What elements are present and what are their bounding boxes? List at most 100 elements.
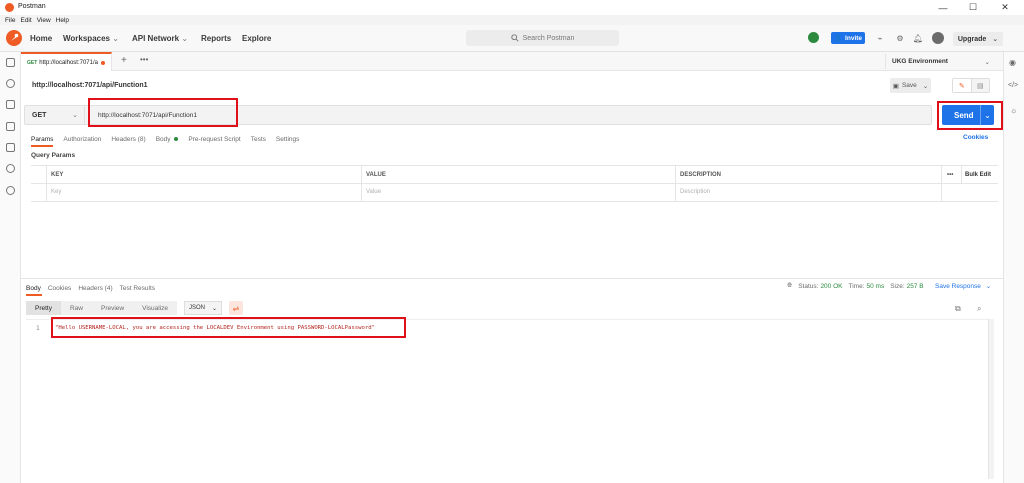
invite-button[interactable]: 👤 Invite bbox=[831, 32, 865, 44]
request-tab[interactable]: GET http://localhost:7071/a bbox=[21, 52, 112, 71]
response-tabs: Body Cookies Headers (4) Test Results bbox=[26, 282, 162, 294]
collections-icon[interactable] bbox=[6, 58, 15, 67]
new-tab-plus-icon[interactable]: + bbox=[121, 55, 127, 66]
documentation-icon[interactable]: ▤ bbox=[971, 79, 989, 92]
window-title-bar: Postman — ☐ ✕ bbox=[0, 0, 1024, 15]
minimize-button[interactable]: — bbox=[928, 0, 958, 15]
satellite-icon[interactable]: ⌁ bbox=[875, 33, 885, 43]
menu-edit[interactable]: Edit bbox=[20, 17, 31, 24]
edit-pencil-icon[interactable]: ✎ bbox=[953, 79, 972, 92]
postman-logo-icon bbox=[5, 3, 14, 12]
format-label: JSON bbox=[189, 305, 206, 311]
environment-select[interactable]: UKG Environment ⌄ bbox=[885, 54, 996, 69]
tab-settings[interactable]: Settings bbox=[276, 136, 300, 143]
query-params-table: KEY VALUE DESCRIPTION ••• Bulk Edit Key … bbox=[31, 165, 998, 202]
view-pretty[interactable]: Pretty bbox=[26, 301, 61, 315]
response-view-tabs: Pretty Raw Preview Visualize bbox=[26, 301, 178, 315]
sync-status-icon[interactable] bbox=[808, 32, 819, 43]
tab-headers[interactable]: Headers (8) bbox=[111, 136, 145, 143]
response-divider[interactable] bbox=[21, 278, 1003, 279]
column-value: VALUE bbox=[366, 171, 386, 178]
chevron-down-icon: ⌄ bbox=[72, 112, 78, 119]
value-input[interactable]: Value bbox=[361, 183, 675, 200]
lightbulb-icon[interactable]: ☼ bbox=[1010, 106, 1017, 115]
maximize-button[interactable]: ☐ bbox=[958, 0, 988, 15]
chevron-down-icon: ⌄ bbox=[181, 34, 189, 43]
response-tab-headers[interactable]: Headers (4) bbox=[78, 285, 112, 292]
monitors-icon[interactable] bbox=[6, 143, 15, 152]
tab-params[interactable]: Params bbox=[31, 136, 53, 143]
nav-home[interactable]: Home bbox=[30, 34, 52, 43]
globe-icon[interactable]: 🌐︎ bbox=[787, 282, 792, 290]
search-placeholder: Search Postman bbox=[522, 34, 575, 42]
save-label: Save bbox=[901, 82, 917, 89]
view-visualize[interactable]: Visualize bbox=[133, 301, 178, 315]
close-window-button[interactable]: ✕ bbox=[990, 0, 1020, 15]
chevron-down-icon: ⌄ bbox=[984, 58, 990, 66]
search-icon[interactable]: ⌕ bbox=[977, 304, 981, 314]
nav-explore[interactable]: Explore bbox=[242, 34, 271, 43]
response-body bbox=[26, 319, 989, 479]
chevron-down-icon: ⌄ bbox=[985, 283, 992, 290]
chevron-down-icon: ⌄ bbox=[211, 305, 217, 312]
response-highlight-box bbox=[51, 317, 406, 338]
size-label: Size: bbox=[890, 282, 905, 290]
response-tab-cookies[interactable]: Cookies bbox=[48, 285, 71, 292]
mock-servers-icon[interactable] bbox=[6, 122, 15, 131]
response-scrollbar[interactable] bbox=[988, 319, 994, 479]
save-button[interactable]: ▣ Save ⌄ bbox=[890, 78, 931, 93]
active-tab-indicator bbox=[31, 145, 53, 147]
url-highlight-box bbox=[88, 98, 238, 127]
nav-api-network[interactable]: API Network ⌄ bbox=[132, 34, 188, 43]
tab-body-label: Body bbox=[155, 135, 171, 143]
menu-file[interactable]: File bbox=[5, 17, 15, 24]
bulk-edit-button[interactable]: Bulk Edit bbox=[963, 166, 998, 183]
search-input[interactable]: Search Postman bbox=[466, 30, 619, 46]
cookies-link[interactable]: Cookies bbox=[963, 134, 988, 141]
menu-bar: File Edit View Help bbox=[0, 15, 1024, 25]
settings-gear-icon[interactable]: ⚙ bbox=[895, 33, 905, 43]
flows-icon[interactable] bbox=[6, 164, 15, 173]
view-preview[interactable]: Preview bbox=[92, 301, 134, 315]
view-raw[interactable]: Raw bbox=[60, 301, 92, 315]
environments-icon[interactable] bbox=[6, 100, 15, 109]
method-select[interactable]: GET ⌄ bbox=[25, 106, 85, 124]
history-icon[interactable] bbox=[6, 186, 15, 195]
request-tab-bar bbox=[21, 52, 1003, 71]
save-response-label: Save Response bbox=[935, 283, 981, 290]
notification-bell-icon[interactable]: 🔔︎ bbox=[913, 33, 923, 43]
time-label: Time: bbox=[848, 282, 865, 290]
save-response-button[interactable]: Save Response ⌄ bbox=[935, 282, 991, 290]
key-input[interactable]: Key bbox=[46, 183, 361, 200]
add-user-icon: 👤 bbox=[833, 35, 843, 42]
upgrade-button[interactable]: Upgrade ⌄ bbox=[953, 32, 1003, 46]
response-tab-body[interactable]: Body bbox=[26, 285, 41, 292]
tab-authorization[interactable]: Authorization bbox=[63, 136, 101, 143]
nav-reports[interactable]: Reports bbox=[201, 34, 231, 43]
nav-workspaces[interactable]: Workspaces ⌄ bbox=[63, 34, 119, 43]
invite-label: Invite bbox=[845, 34, 863, 42]
chevron-down-icon: ⌄ bbox=[112, 34, 119, 43]
response-tab-test-results[interactable]: Test Results bbox=[120, 285, 155, 292]
menu-view[interactable]: View bbox=[37, 17, 51, 24]
code-icon[interactable]: </> bbox=[1008, 82, 1018, 89]
apis-icon[interactable] bbox=[6, 79, 15, 88]
tab-pre-request-script[interactable]: Pre-request Script bbox=[188, 136, 240, 143]
more-tabs-icon[interactable]: ••• bbox=[140, 55, 148, 64]
avatar[interactable] bbox=[932, 32, 944, 44]
postman-logo-icon[interactable] bbox=[6, 30, 22, 46]
status-label: Status: bbox=[798, 282, 819, 290]
description-input[interactable]: Description bbox=[675, 183, 941, 200]
body-status-dot-icon bbox=[174, 136, 179, 141]
more-options-icon[interactable]: ••• bbox=[941, 166, 961, 183]
eye-icon[interactable]: ◉ bbox=[1009, 58, 1016, 67]
menu-help[interactable]: Help bbox=[56, 17, 69, 24]
app-header: Home Workspaces ⌄ API Network ⌄ Reports … bbox=[0, 25, 1024, 52]
request-section-tabs: Params Authorization Headers (8) Body Pr… bbox=[31, 133, 309, 145]
format-select[interactable]: JSON ⌄ bbox=[184, 301, 222, 315]
copy-icon[interactable]: ⧉ bbox=[955, 304, 961, 314]
right-sidebar: ◉ </> ☼ bbox=[1003, 52, 1024, 483]
tab-tests[interactable]: Tests bbox=[251, 136, 266, 143]
tab-body[interactable]: Body bbox=[156, 136, 179, 143]
wrap-lines-icon[interactable]: ⇌ bbox=[229, 301, 243, 315]
